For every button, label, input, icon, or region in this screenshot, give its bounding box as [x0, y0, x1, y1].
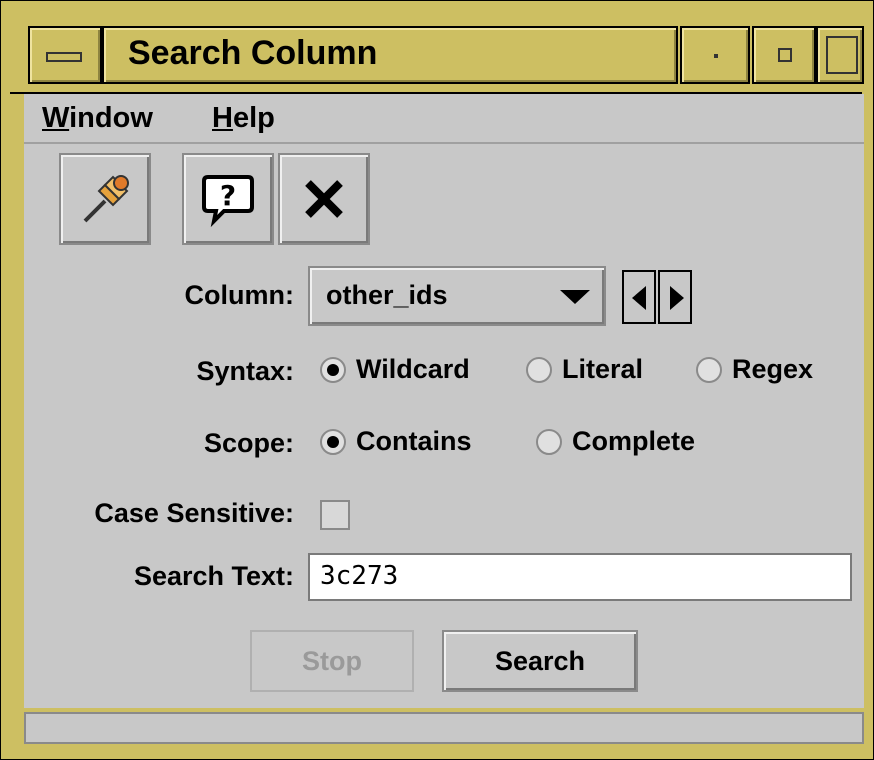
minimize-button[interactable] [680, 26, 750, 84]
chevron-down-icon [560, 290, 590, 304]
syntax-regex-radio[interactable]: Regex [696, 354, 813, 385]
window-resize-button[interactable] [816, 26, 864, 84]
radio-unselected-icon [526, 356, 552, 383]
window-title: Search Column [128, 34, 378, 72]
title-area[interactable]: Search Column [102, 26, 678, 84]
syntax-literal-label: Literal [562, 354, 644, 384]
pin-button[interactable] [59, 153, 151, 245]
scope-label: Scope: [203, 428, 294, 458]
stop-button[interactable]: Stop [250, 630, 414, 692]
window-menu-icon [46, 52, 82, 62]
previous-column-button[interactable] [622, 270, 656, 324]
radio-unselected-icon [536, 428, 562, 455]
syntax-regex-label: Regex [732, 354, 814, 384]
pin-icon [83, 175, 129, 223]
arrow-left-icon [632, 286, 646, 310]
column-label: Column: [184, 280, 294, 310]
menu-help-mnemonic: H [212, 102, 233, 134]
syntax-label: Syntax: [196, 356, 294, 386]
radio-selected-icon [320, 428, 346, 455]
search-text-label: Search Text: [133, 561, 294, 591]
window-menu-button[interactable] [28, 26, 102, 84]
menu-window-label: indow [69, 102, 153, 134]
maximize-button[interactable] [752, 26, 816, 84]
svg-text:?: ? [220, 179, 236, 212]
radio-unselected-icon [696, 356, 722, 383]
close-icon [305, 180, 343, 218]
maximize-icon [778, 48, 792, 62]
search-text-input[interactable]: 3c273 [308, 553, 852, 601]
menu-help[interactable]: Help [212, 102, 275, 135]
scope-contains-radio[interactable]: Contains [320, 426, 472, 457]
help-icon: ? [202, 175, 254, 228]
minimize-icon [714, 54, 718, 58]
menu-bar: Window Help [24, 94, 864, 144]
case-sensitive-checkbox[interactable] [320, 500, 350, 530]
menu-help-label: elp [232, 102, 275, 134]
menu-window[interactable]: Window [42, 102, 153, 135]
column-select[interactable]: other_ids [308, 266, 606, 326]
help-button[interactable]: ? [182, 153, 274, 245]
restore-icon [826, 36, 858, 74]
close-button[interactable] [278, 153, 370, 245]
syntax-literal-radio[interactable]: Literal [526, 354, 643, 385]
search-button[interactable]: Search [442, 630, 638, 692]
case-sensitive-label: Case Sensitive: [94, 498, 294, 528]
syntax-wildcard-label: Wildcard [356, 354, 470, 384]
status-bar [24, 712, 864, 744]
column-select-value: other_ids [326, 280, 448, 310]
next-column-button[interactable] [658, 270, 692, 324]
scope-complete-label: Complete [572, 426, 696, 456]
scope-complete-radio[interactable]: Complete [536, 426, 695, 457]
arrow-right-icon [670, 286, 684, 310]
radio-selected-icon [320, 356, 346, 383]
syntax-wildcard-radio[interactable]: Wildcard [320, 354, 470, 385]
dialog-content: Window Help ? Column: other_ids Syntax: … [24, 94, 864, 708]
title-bar[interactable]: Search Column [10, 10, 864, 94]
menu-window-mnemonic: W [42, 102, 70, 134]
scope-contains-label: Contains [356, 426, 472, 456]
